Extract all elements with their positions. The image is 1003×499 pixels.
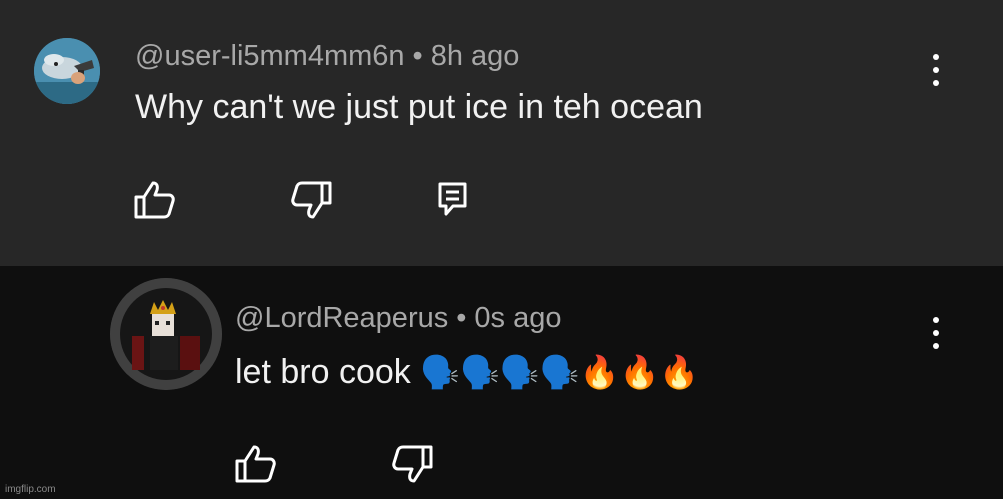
reply-button[interactable] [437,181,469,217]
crowned-figure-avatar-icon [110,278,222,390]
comment-meta: @user-li5mm4mm6n • 8h ago [135,40,519,73]
more-dot [933,343,939,349]
comment-meta: @LordReaperus • 0s ago [235,302,561,335]
comment-text: Why can't we just put ice in teh ocean [135,88,703,126]
reply-icon [438,182,467,216]
avatar[interactable] [34,38,100,104]
comment-text-body: let bro cook [235,353,411,391]
more-dot [933,54,939,60]
timestamp[interactable]: 0s ago [474,302,561,334]
more-options-button[interactable] [926,52,946,92]
timestamp[interactable]: 8h ago [431,40,520,72]
username[interactable]: @LordReaperus [235,302,448,334]
reply-comment: @LordReaperus • 0s ago let bro cook 🗣️🗣️🗣️… [0,266,1003,499]
more-options-button[interactable] [926,315,946,355]
dislike-icon [392,445,433,483]
watermark: imgflip.com [5,484,56,495]
comment: @user-li5mm4mm6n • 8h ago Why can't we jus… [0,0,1003,266]
like-icon [235,445,276,483]
more-dot [933,67,939,73]
comment-text: let bro cook 🗣️🗣️🗣️🗣️🔥🔥🔥 [235,353,699,392]
dislike-button[interactable] [289,180,333,220]
dislike-icon [291,181,332,219]
emoji-sequence: 🗣️🗣️🗣️🗣️🔥🔥🔥 [420,354,700,390]
more-dot [933,330,939,336]
more-dot [933,80,939,86]
meta-separator: • [456,302,467,334]
like-icon [134,181,175,219]
username[interactable]: @user-li5mm4mm6n [135,40,405,72]
like-button[interactable] [133,180,177,220]
dolphin-gun-avatar-icon [34,38,100,104]
dislike-button[interactable] [390,444,434,484]
more-dot [933,317,939,323]
like-button[interactable] [234,444,278,484]
avatar[interactable] [110,278,222,390]
meta-separator: • [412,40,423,72]
